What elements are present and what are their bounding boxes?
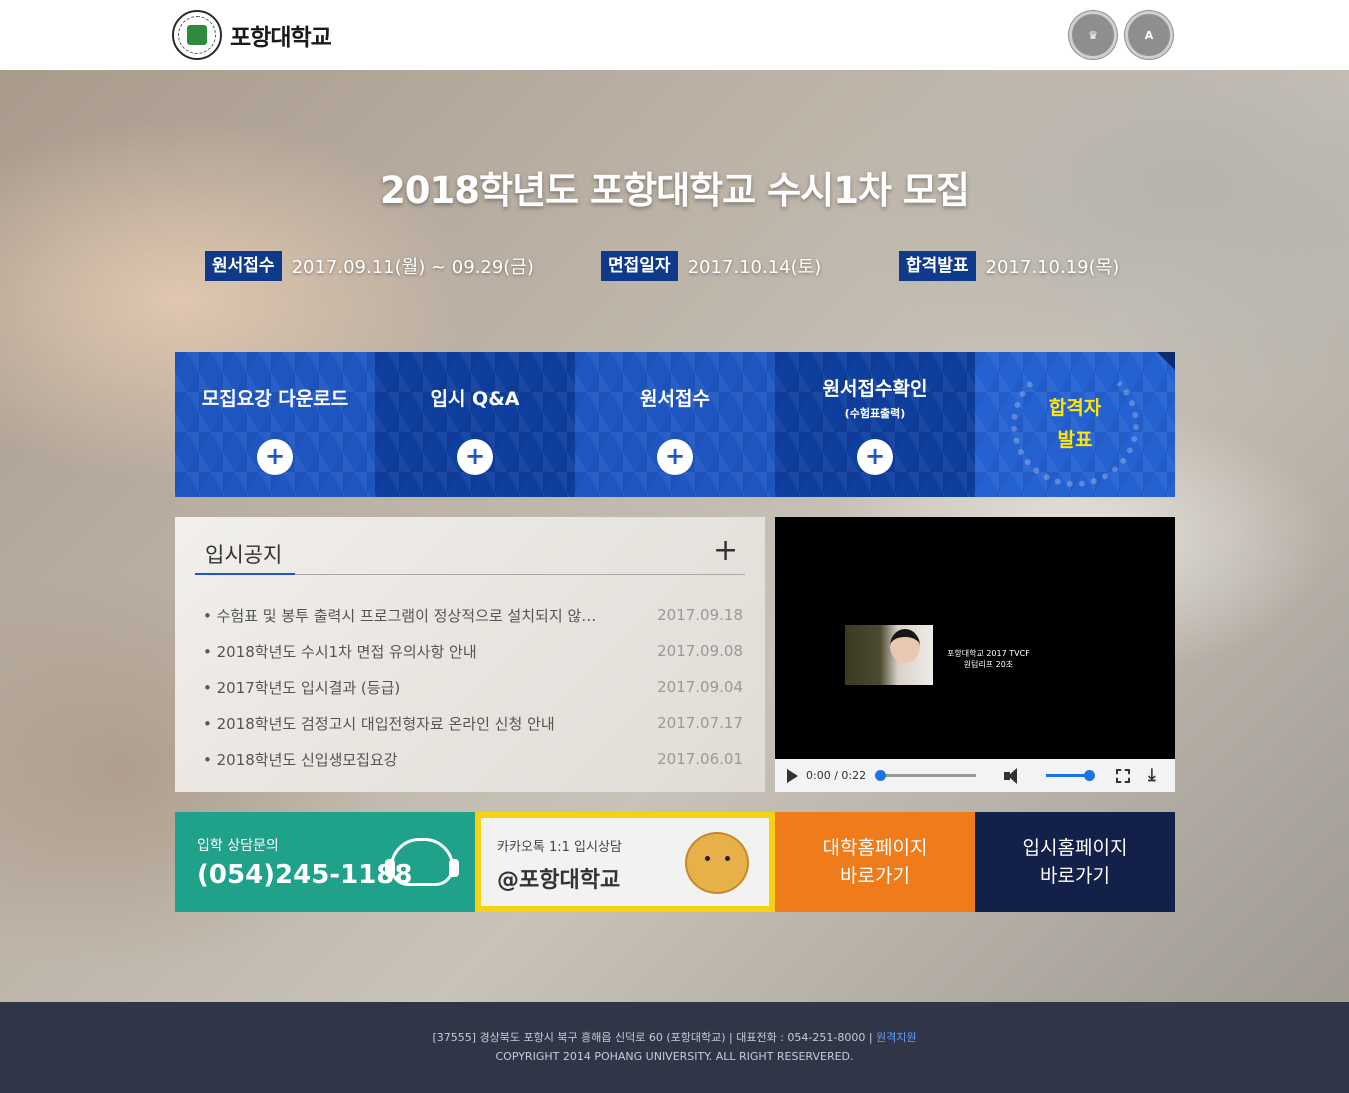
date-label: 합격발표 (899, 251, 976, 281)
tile-results-line2: 발표 (1057, 429, 1093, 451)
remote-support-link[interactable]: 원격지원 (876, 1031, 916, 1044)
headset-icon (385, 838, 459, 886)
notice-item-title[interactable]: 2017학년도 입시결과 (등급) (203, 677, 603, 698)
tile-results-label: 합격자 발표 (975, 392, 1175, 456)
notice-item-title[interactable]: 2018학년도 수시1차 면접 유의사항 안내 (203, 641, 603, 662)
plus-icon[interactable]: + (257, 439, 293, 475)
university-homepage-label: 대학홈페이지 바로가기 (775, 834, 975, 890)
video-time: 0:00 / 0:22 (806, 769, 867, 782)
plus-icon[interactable]: + (857, 439, 893, 475)
footer-address: [37555] 경상북도 포항시 북구 흥해읍 신덕로 60 (포항대학교) |… (432, 1031, 873, 1044)
plus-icon[interactable]: + (657, 439, 693, 475)
date-value: 2017.09.11(월) ~ 09.29(금) (291, 257, 534, 278)
date-interview: 면접일자 2017.10.14(토) (601, 251, 821, 281)
footer-copyright: COPYRIGHT 2014 POHANG UNIVERSITY. ALL RI… (495, 1050, 854, 1063)
tile-application[interactable]: 원서접수 + (575, 352, 775, 497)
tile-guide-download[interactable]: 모집요강 다운로드 + (175, 352, 375, 497)
progress-handle[interactable] (875, 770, 887, 781)
univ-line1: 대학홈페이지 (822, 837, 928, 859)
notice-list: 수험표 및 봉투 출력시 프로그램이 정상적으로 설치되지 않는 경우 2017… (203, 597, 743, 777)
download-icon[interactable]: ⤓ (1148, 767, 1156, 784)
volume-slider[interactable] (1046, 770, 1096, 781)
date-value: 2017.10.19(목) (985, 257, 1120, 278)
video-player[interactable]: 포항대학교 2017 TVCF 원텀리프 20초 0:00 / 0:22 ⤓ (775, 517, 1175, 792)
consult-phone: (054)245-1188 (197, 860, 413, 890)
play-icon[interactable] (787, 768, 798, 783)
list-item[interactable]: 2017학년도 입시결과 (등급) 2017.09.04 (203, 669, 743, 705)
video-caption: 포항대학교 2017 TVCF 원텀리프 20초 (947, 648, 1030, 670)
notice-item-date: 2017.09.18 (657, 606, 743, 624)
video-thumbnail (845, 625, 933, 685)
video-caption-line1: 포항대학교 2017 TVCF (947, 649, 1030, 658)
tile-label-main: 원서접수확인 (822, 378, 928, 400)
site-footer: [37555] 경상북도 포항시 북구 흥해읍 신덕로 60 (포항대학교) |… (0, 1002, 1349, 1093)
kakao-character-icon (685, 832, 749, 894)
tile-application-check[interactable]: 원서접수확인 (수험표출력) + (775, 352, 975, 497)
university-homepage-link[interactable]: 대학홈페이지 바로가기 (775, 812, 975, 912)
notice-item-date: 2017.09.04 (657, 678, 743, 696)
folded-corner (1157, 352, 1175, 370)
tile-label: 입시 Q&A (430, 388, 520, 410)
notice-more-button[interactable]: + (713, 533, 738, 568)
video-progress-bar[interactable] (875, 770, 977, 781)
notice-item-date: 2017.07.17 (657, 714, 743, 732)
date-application: 원서접수 2017.09.11(월) ~ 09.29(금) (205, 251, 534, 281)
tile-label-sub: (수험표출력) (844, 407, 906, 420)
list-item[interactable]: 2018학년도 수시1차 면접 유의사항 안내 2017.09.08 (203, 633, 743, 669)
notice-item-date: 2017.09.08 (657, 642, 743, 660)
consult-label: 입학 상담문의 (197, 838, 279, 854)
university-logo[interactable]: 포항대학교 (172, 10, 332, 60)
tile-results-line1: 합격자 (1048, 397, 1102, 419)
tile-label: 원서접수확인 (수험표출력) (775, 374, 975, 421)
kakao-label: 카카오톡 1:1 입시상담 (497, 840, 622, 855)
admit-line2: 바로가기 (1040, 865, 1110, 887)
notice-item-date: 2017.06.01 (657, 750, 743, 768)
video-caption-line2: 원텀리프 20초 (963, 660, 1014, 669)
notice-item-title[interactable]: 2018학년도 신입생모집요강 (203, 749, 603, 770)
fullscreen-icon[interactable] (1116, 768, 1131, 783)
admission-homepage-link[interactable]: 입시홈페이지 바로가기 (975, 812, 1175, 912)
notice-item-title[interactable]: 2018학년도 검정고시 대입전형자료 온라인 신청 안내 (203, 713, 603, 734)
bottom-banners: 입학 상담문의 (054)245-1188 카카오톡 1:1 입시상담 @포항대… (175, 812, 1175, 912)
university-emblem-icon (172, 10, 222, 60)
kakao-banner[interactable]: 카카오톡 1:1 입시상담 @포항대학교 (475, 812, 775, 912)
accreditation-badge-icon: A (1125, 11, 1173, 59)
notice-item-title[interactable]: 수험표 및 봉투 출력시 프로그램이 정상적으로 설치되지 않는 경우 (203, 605, 603, 626)
univ-line2: 바로가기 (840, 865, 910, 887)
tile-label: 원서접수 (640, 388, 710, 410)
list-item[interactable]: 2018학년도 신입생모집요강 2017.06.01 (203, 741, 743, 777)
volume-icon[interactable] (1004, 767, 1022, 784)
footer-address-line: [37555] 경상북도 포항시 북구 흥해읍 신덕로 60 (포항대학교) |… (0, 1029, 1349, 1045)
page-title: 2018학년도 포항대학교 수시1차 모집 (380, 169, 970, 212)
video-thumbnail-person (890, 629, 920, 663)
divider-accent (195, 573, 295, 575)
video-controls: 0:00 / 0:22 ⤓ (775, 759, 1175, 792)
kakao-id: @포항대학교 (497, 868, 621, 893)
tile-label: 모집요강 다운로드 (201, 388, 349, 410)
date-label: 면접일자 (601, 251, 678, 281)
plus-icon[interactable]: + (457, 439, 493, 475)
admission-homepage-label: 입시홈페이지 바로가기 (975, 834, 1175, 890)
date-value: 2017.10.14(토) (687, 257, 822, 278)
certification-badges: ♛ A (1069, 11, 1173, 59)
schedule-dates: 원서접수 2017.09.11(월) ~ 09.29(금) 면접일자 2017.… (0, 251, 1349, 281)
list-item[interactable]: 2018학년도 검정고시 대입전형자료 온라인 신청 안내 2017.07.17 (203, 705, 743, 741)
volume-handle[interactable] (1084, 770, 1096, 781)
site-header: 포항대학교 ♛ A (0, 0, 1349, 70)
date-announcement: 합격발표 2017.10.19(목) (899, 251, 1119, 281)
notice-panel: 입시공지 + 수험표 및 봉투 출력시 프로그램이 정상적으로 설치되지 않는 … (175, 517, 765, 792)
certification-badge-icon: ♛ (1069, 11, 1117, 59)
tile-qna[interactable]: 입시 Q&A + (375, 352, 575, 497)
date-label: 원서접수 (205, 251, 282, 281)
logo-text: 포항대학교 (230, 25, 332, 51)
consult-banner[interactable]: 입학 상담문의 (054)245-1188 (175, 812, 475, 912)
list-item[interactable]: 수험표 및 봉투 출력시 프로그램이 정상적으로 설치되지 않는 경우 2017… (203, 597, 743, 633)
admit-line1: 입시홈페이지 (1022, 837, 1128, 859)
quick-menu: 모집요강 다운로드 + 입시 Q&A + 원서접수 + 원서접수확인 (수험표출… (175, 352, 1175, 497)
notice-title: 입시공지 (205, 543, 283, 567)
tile-results[interactable]: 합격자 발표 (975, 352, 1175, 497)
